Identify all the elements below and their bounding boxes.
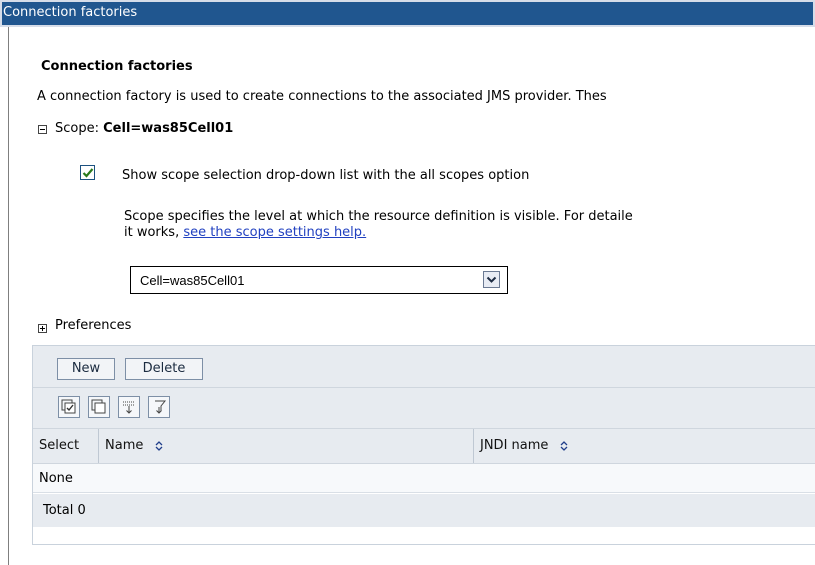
- show-scope-checkbox-label: Show scope selection drop-down list with…: [122, 168, 530, 183]
- scope-select-value: Cell=was85Cell01: [140, 273, 245, 288]
- column-header-name[interactable]: Name: [105, 429, 164, 463]
- column-separator: [98, 429, 99, 463]
- scope-select[interactable]: Cell=was85Cell01: [130, 266, 508, 294]
- delete-button[interactable]: Delete: [125, 358, 203, 380]
- preferences-section-header[interactable]: Preferences: [55, 318, 131, 333]
- sort-icon[interactable]: [154, 440, 164, 452]
- column-header-select: Select: [39, 438, 80, 453]
- left-border: [8, 27, 9, 565]
- sort-icon[interactable]: [559, 440, 569, 452]
- column-header-name-label: Name: [105, 438, 144, 453]
- deselect-all-icon[interactable]: [88, 396, 110, 418]
- scope-value: Cell=was85Cell01: [103, 121, 234, 136]
- scope-help-line-1: Scope specifies the level at which the r…: [124, 209, 633, 224]
- window-title-bar: Connection factories: [0, 0, 815, 27]
- scope-help-text: Scope specifies the level at which the r…: [124, 209, 633, 241]
- scope-help-line-2: it works, see the scope settings help.: [124, 225, 633, 241]
- table-row-empty: None: [33, 464, 815, 493]
- icon-toolbar: [33, 388, 815, 429]
- scope-help-prefix: it works,: [124, 225, 184, 240]
- scope-settings-help-link[interactable]: see the scope settings help.: [183, 225, 366, 240]
- window-title: Connection factories: [3, 5, 138, 20]
- select-all-icon[interactable]: [58, 396, 80, 418]
- expand-preferences-icon[interactable]: [38, 324, 47, 333]
- column-separator: [473, 429, 474, 463]
- new-button[interactable]: New: [57, 358, 115, 380]
- table-header: Select Name JNDI name: [33, 429, 815, 464]
- clear-filter-icon[interactable]: [148, 396, 170, 418]
- page-title: Connection factories: [41, 59, 193, 74]
- collapse-scope-icon[interactable]: [38, 125, 47, 134]
- scope-section-header: Scope: Cell=was85Cell01: [55, 121, 233, 136]
- show-filter-icon[interactable]: [118, 396, 140, 418]
- button-bar: New Delete: [33, 346, 815, 388]
- checkmark-icon: [82, 168, 94, 178]
- table-total: Total 0: [33, 494, 815, 527]
- page-description: A connection factory is used to create c…: [37, 89, 607, 104]
- chevron-down-icon[interactable]: [483, 271, 500, 288]
- collection-table-panel: New Delete Select Name JNDI name None To…: [32, 345, 815, 545]
- show-scope-checkbox[interactable]: [80, 165, 95, 180]
- column-header-jndi-label: JNDI name: [480, 438, 549, 453]
- scope-label: Scope:: [55, 121, 104, 136]
- column-header-jndi-name[interactable]: JNDI name: [480, 429, 569, 463]
- page: Connection factories Connection factorie…: [0, 0, 815, 565]
